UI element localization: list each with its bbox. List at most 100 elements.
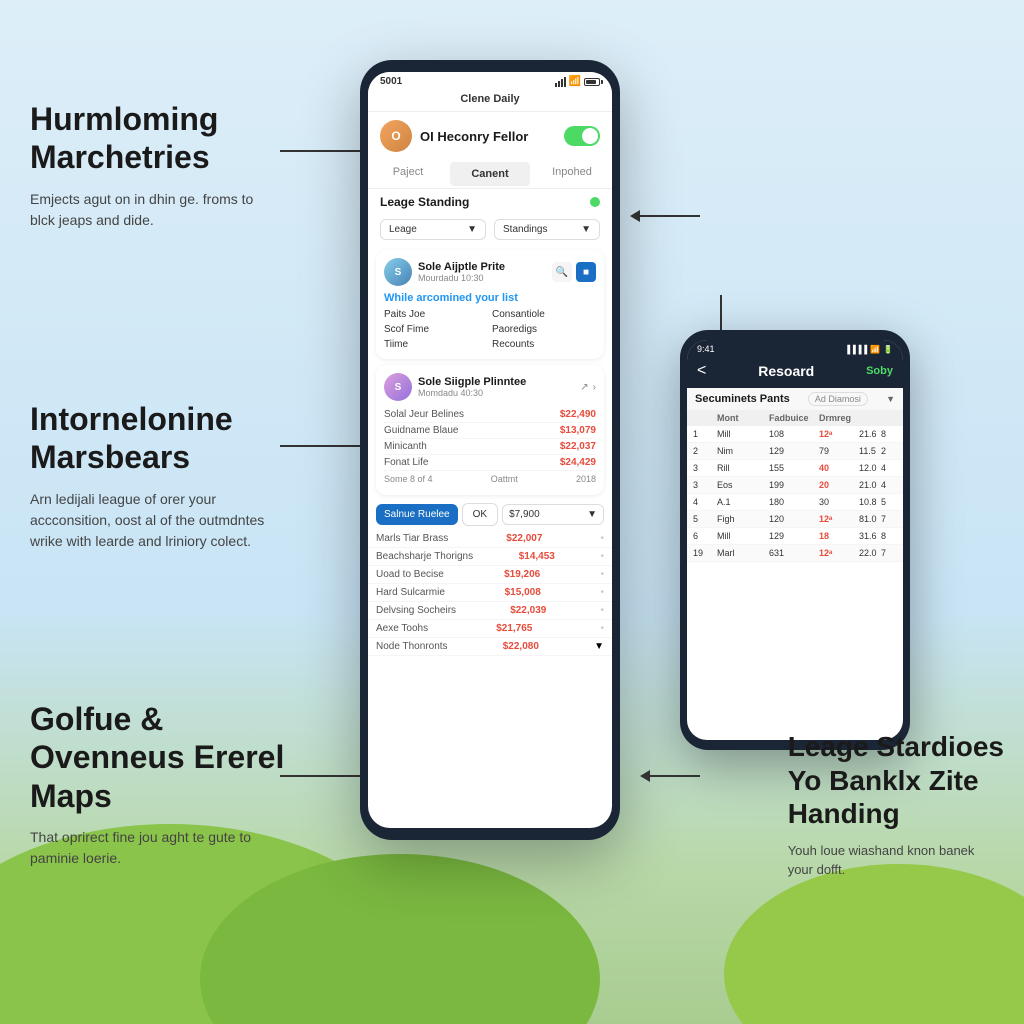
list-item-3: Paoredigs xyxy=(492,323,596,336)
pagination-text: Some 8 of 4 xyxy=(384,474,433,484)
col-hdr-5 xyxy=(881,413,903,423)
arrow-4 xyxy=(280,770,370,782)
sm-row-2-name: Rill xyxy=(717,463,769,473)
sm-row-2-num: 3 xyxy=(693,463,717,473)
sm-col-headers: Mont Fadbuice Drmreg xyxy=(687,410,903,426)
sm-row-1-name: Nim xyxy=(717,446,769,456)
tab-paject[interactable]: Paject xyxy=(368,160,448,188)
pagination-row: Some 8 of 4 Oattmt 2018 xyxy=(384,471,596,487)
sm-row-3-num: 3 xyxy=(693,480,717,490)
sm-table-body: 1 Mill 108 12ᵃ 21.6 8 2 Nim 129 79 11.5 … xyxy=(687,426,903,562)
list-item-1: Consantiole xyxy=(492,308,596,321)
sm-row-7-v1: 631 xyxy=(769,548,819,558)
more-rows: Marls Tiar Brass $22,007 • Beachsharje T… xyxy=(368,530,612,656)
dropdown-league[interactable]: Leage ▼ xyxy=(380,219,486,240)
action-bar: Salnue Ruelee OK $7,900 ▼ xyxy=(368,499,612,530)
dropdowns-row: Leage ▼ Standings ▼ xyxy=(368,215,612,244)
more-row-4: Delvsing Socheirs $22,039 • xyxy=(368,602,612,620)
sm-row-6[interactable]: 6 Mill 129 18 31.6 8 xyxy=(687,528,903,545)
card-2: S Sole Siigple Plinntee Momdadu 40:30 ↗ … xyxy=(376,365,604,495)
arrow-line-1 xyxy=(280,150,360,152)
sm-row-1-v4: 2 xyxy=(881,446,903,456)
sm-row-7[interactable]: 19 Marl 631 12ᵃ 22.0 7 xyxy=(687,545,903,562)
card-2-info: Sole Siigple Plinntee Momdadu 40:30 xyxy=(418,376,526,398)
status-icons: 📶 xyxy=(555,76,600,87)
chevron-right-icon[interactable]: › xyxy=(593,382,596,393)
ok-button[interactable]: OK xyxy=(462,503,498,526)
toggle-switch[interactable] xyxy=(564,126,600,146)
sm-row-3-v1: 199 xyxy=(769,480,819,490)
sm-row-6-v2: 18 xyxy=(819,531,859,541)
avatar: O xyxy=(380,120,412,152)
dot-menu-5[interactable]: • xyxy=(600,623,604,634)
sm-wifi-icon: 📶 xyxy=(870,345,880,354)
list-title: While arcomined your list xyxy=(384,292,596,304)
section-1-desc: Emjects agut on in dhin ge. froms to blc… xyxy=(30,189,280,231)
col-hdr-4 xyxy=(859,413,881,423)
back-button[interactable]: < xyxy=(697,362,706,380)
arrow-line-4 xyxy=(280,775,360,777)
sm-row-1[interactable]: 2 Nim 129 79 11.5 2 xyxy=(687,443,903,460)
arrow-3 xyxy=(280,440,370,452)
tab-inpohed[interactable]: Inpohed xyxy=(532,160,612,188)
status-time: 5001 xyxy=(380,76,402,87)
sm-chevron-icon: ▼ xyxy=(886,394,895,404)
card-2-actions: ↗ › xyxy=(580,382,596,393)
sm-row-7-v2: 12ᵃ xyxy=(819,548,859,558)
card-1: S Sole Aijptle Prite Mourdadu 10:30 🔍 ■ … xyxy=(376,250,604,359)
dot-menu-1[interactable]: • xyxy=(600,551,604,562)
sm-row-0[interactable]: 1 Mill 108 12ᵃ 21.6 8 xyxy=(687,426,903,443)
arrow-head-2 xyxy=(630,210,640,222)
card-1-sub: Mourdadu 10:30 xyxy=(418,273,505,283)
fin-row-2: Minicanth $22,037 xyxy=(384,439,596,455)
pagination-opt1: Oattmt xyxy=(491,474,518,484)
action-button[interactable]: Salnue Ruelee xyxy=(376,504,458,525)
col-hdr-3: Drmreg xyxy=(819,413,859,423)
amount-field[interactable]: $7,900 ▼ xyxy=(502,504,604,525)
card-1-avatar: S xyxy=(384,258,412,286)
share-icon[interactable]: ↗ xyxy=(580,382,588,393)
arrow-2 xyxy=(630,210,700,222)
more-row-3: Hard Sulcarmie $15,008 • xyxy=(368,584,612,602)
bookmark-icon-btn[interactable]: ■ xyxy=(576,262,596,282)
sm-header-action[interactable]: Soby xyxy=(866,365,893,377)
arrow-1 xyxy=(280,145,370,157)
sm-row-7-v3: 22.0 xyxy=(859,548,881,558)
dot-menu-4[interactable]: • xyxy=(600,605,604,616)
pagination-opt2: 2018 xyxy=(576,474,596,484)
sm-row-5-v2: 12ᵃ xyxy=(819,514,859,524)
battery-icon xyxy=(584,78,600,86)
dot-menu-3[interactable]: • xyxy=(600,587,604,598)
tab-canent[interactable]: Canent xyxy=(450,162,530,186)
sm-header: < Resoard Soby xyxy=(687,358,903,388)
sm-row-2[interactable]: 3 Rill 155 40 12.0 4 xyxy=(687,460,903,477)
dropdown-standings[interactable]: Standings ▼ xyxy=(494,219,600,240)
sm-row-5-name: Figh xyxy=(717,514,769,524)
fin-row-1: Guidname Blaue $13,079 xyxy=(384,423,596,439)
phone-secondary: 9:41 ▐▐▐▐ 📶 🔋 < Resoard Soby Secuminets … xyxy=(680,330,910,750)
chevron-down-icon: ▼ xyxy=(587,509,597,520)
sm-row-1-num: 2 xyxy=(693,446,717,456)
sm-row-5[interactable]: 5 Figh 120 12ᵃ 81.0 7 xyxy=(687,511,903,528)
sm-row-5-v1: 120 xyxy=(769,514,819,524)
sm-row-0-v2: 12ᵃ xyxy=(819,429,859,439)
sm-row-4-num: 4 xyxy=(693,497,717,507)
sm-row-3-v2: 20 xyxy=(819,480,859,490)
section-3-desc: That oprirect fine jou aght te gute to p… xyxy=(30,827,280,869)
list-item-5: Recounts xyxy=(492,338,596,351)
card-1-actions: 🔍 ■ xyxy=(552,262,596,282)
dot-menu-0[interactable]: • xyxy=(600,533,604,544)
list-item-0: Paits Joe xyxy=(384,308,488,321)
dot-menu-2[interactable]: • xyxy=(600,569,604,580)
more-row-5: Aexe Toohs $21,765 • xyxy=(368,620,612,638)
search-icon-btn[interactable]: 🔍 xyxy=(552,262,572,282)
sm-row-0-v4: 8 xyxy=(881,429,903,439)
section-header: Leage Standing xyxy=(368,189,612,215)
sm-row-3-v4: 4 xyxy=(881,480,903,490)
sm-row-4[interactable]: 4 A.1 180 30 10.8 5 xyxy=(687,494,903,511)
chevron-down-icon-row[interactable]: ▼ xyxy=(594,641,604,652)
right-block-desc: Youh loue wiashand knon banek your dofft… xyxy=(788,841,988,880)
hill-right xyxy=(724,864,1024,1024)
sm-header-title: Resoard xyxy=(758,363,814,379)
sm-row-3[interactable]: 3 Eos 199 20 21.0 4 xyxy=(687,477,903,494)
